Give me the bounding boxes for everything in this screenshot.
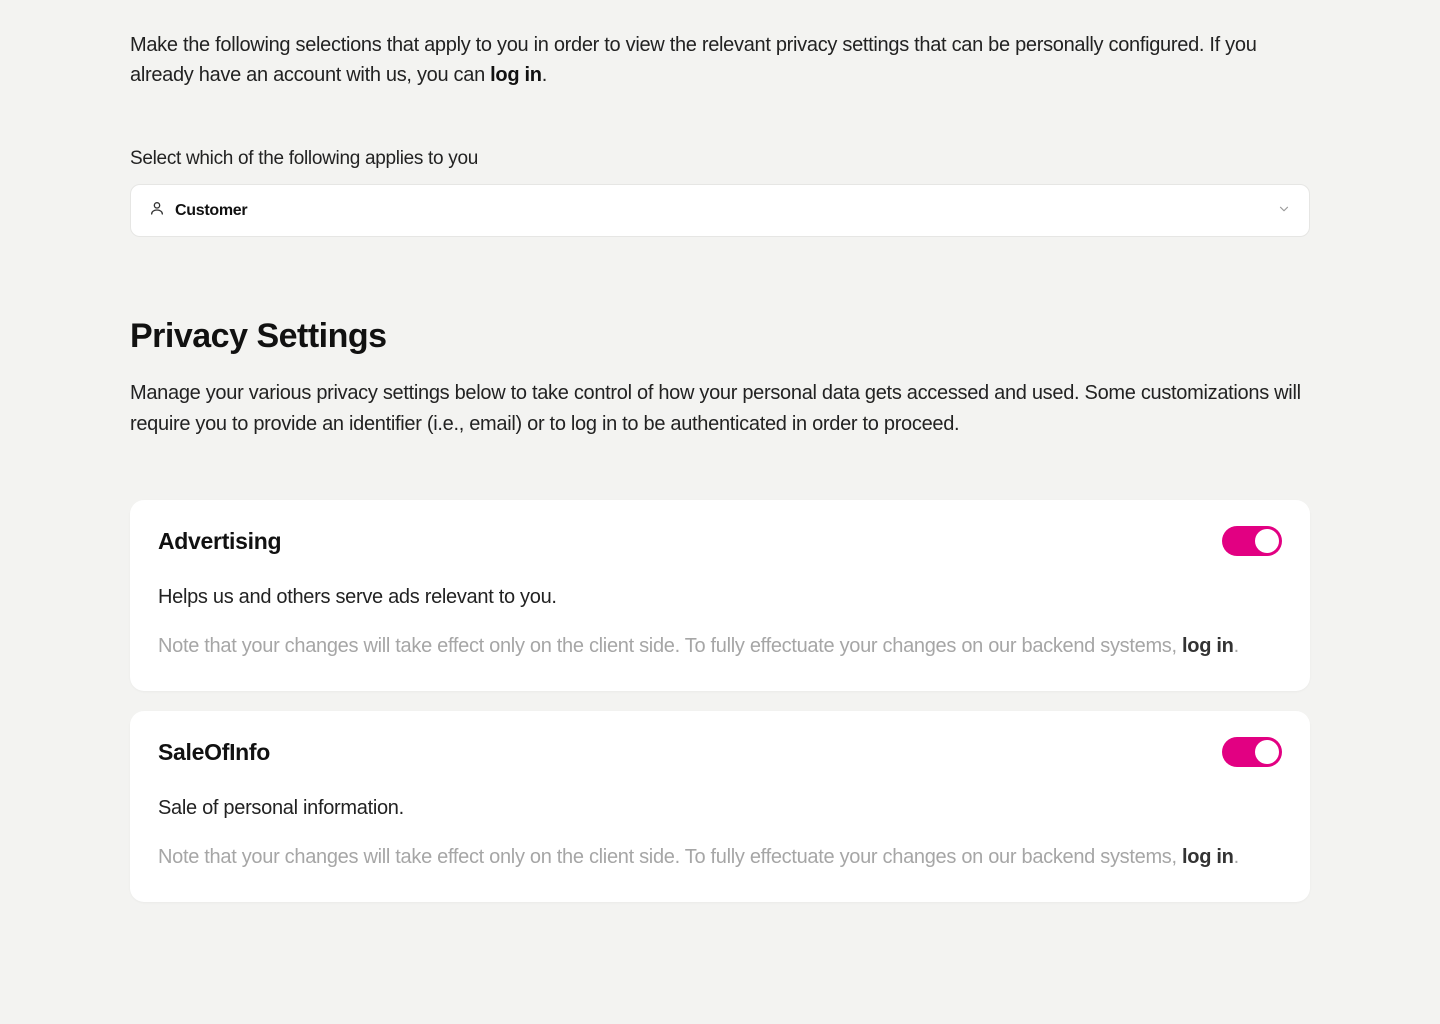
card-advertising-title: Advertising [158, 528, 281, 555]
card-saleofinfo: SaleOfInfo Sale of personal information.… [130, 711, 1310, 902]
card-advertising-note: Note that your changes will take effect … [158, 631, 1282, 661]
card-saleofinfo-note: Note that your changes will take effect … [158, 842, 1282, 872]
user-type-select[interactable]: Customer [130, 184, 1310, 237]
user-type-value: Customer [175, 202, 247, 220]
intro-text: Make the following selections that apply… [130, 30, 1310, 90]
intro-login-link[interactable]: log in [490, 64, 542, 86]
card-saleofinfo-title: SaleOfInfo [158, 739, 270, 766]
card-advertising-login-link[interactable]: log in [1182, 635, 1234, 657]
intro-text-before: Make the following selections that apply… [130, 34, 1257, 86]
toggle-saleofinfo[interactable] [1222, 737, 1282, 767]
card-saleofinfo-subtitle: Sale of personal information. [158, 797, 1282, 820]
toggle-advertising[interactable] [1222, 526, 1282, 556]
card-advertising: Advertising Helps us and others serve ad… [130, 500, 1310, 691]
person-icon [149, 199, 165, 222]
card-advertising-subtitle: Helps us and others serve ads relevant t… [158, 586, 1282, 609]
chevron-down-icon [1277, 199, 1291, 222]
user-type-label: Select which of the following applies to… [130, 148, 1310, 170]
privacy-settings-description: Manage your various privacy settings bel… [130, 378, 1310, 440]
privacy-settings-title: Privacy Settings [130, 317, 1310, 356]
card-saleofinfo-login-link[interactable]: log in [1182, 846, 1234, 868]
intro-text-after: . [542, 64, 547, 86]
